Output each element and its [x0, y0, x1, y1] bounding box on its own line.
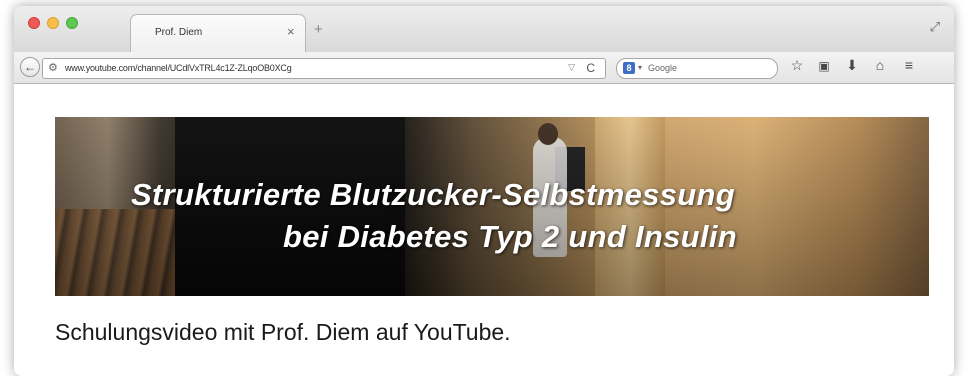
new-tab-button[interactable]: + — [314, 21, 323, 38]
page-content: Strukturierte Blutzucker-Selbstmessung b… — [14, 84, 954, 376]
menu-icon[interactable]: ≡ — [900, 57, 918, 73]
google-search-icon[interactable]: 8 — [623, 62, 635, 74]
reload-icon[interactable]: C — [586, 61, 595, 75]
video-caption: Schulungsvideo mit Prof. Diem auf YouTub… — [55, 319, 511, 345]
close-tab-icon[interactable]: × — [287, 24, 295, 39]
search-bar[interactable]: 8 ▾ Google — [616, 58, 778, 79]
banner-title-line-1: Strukturierte Blutzucker-Selbstmessung — [131, 177, 735, 212]
back-icon[interactable]: ← — [20, 57, 40, 77]
bookmark-star-icon[interactable]: ☆ — [788, 57, 806, 74]
minimize-window-button[interactable] — [47, 17, 59, 29]
search-placeholder[interactable]: Google — [648, 63, 677, 73]
maximize-window-button[interactable] — [66, 17, 78, 29]
close-window-button[interactable] — [28, 17, 40, 29]
home-icon[interactable]: ⌂ — [871, 57, 889, 73]
search-engine-dropdown-icon[interactable]: ▾ — [638, 63, 642, 72]
video-banner[interactable]: Strukturierte Blutzucker-Selbstmessung b… — [55, 117, 929, 296]
downloads-icon[interactable]: ⬇ — [843, 57, 861, 74]
resize-icon[interactable]: ⤢ — [930, 19, 940, 35]
browser-window: Prof. Diem × + ⤢ ← ⚙ www.youtube.com/cha… — [14, 6, 954, 376]
url-text[interactable]: www.youtube.com/channel/UCdlVxTRL4c1Z-ZL… — [65, 63, 292, 73]
reading-list-icon[interactable]: ▣ — [815, 59, 833, 73]
tab-prof-diem[interactable]: Prof. Diem × — [130, 14, 306, 53]
banner-title-line-2: bei Diabetes Typ 2 und Insulin — [283, 219, 737, 254]
title-bar: Prof. Diem × + ⤢ — [14, 6, 954, 53]
tab-title: Prof. Diem — [155, 27, 203, 38]
navigation-toolbar: ← ⚙ www.youtube.com/channel/UCdlVxTRL4c1… — [14, 52, 954, 84]
dropdown-icon[interactable]: ▽ — [568, 62, 575, 73]
site-identity-icon[interactable]: ⚙ — [48, 61, 58, 74]
address-bar[interactable]: ⚙ www.youtube.com/channel/UCdlVxTRL4c1Z-… — [42, 58, 606, 79]
